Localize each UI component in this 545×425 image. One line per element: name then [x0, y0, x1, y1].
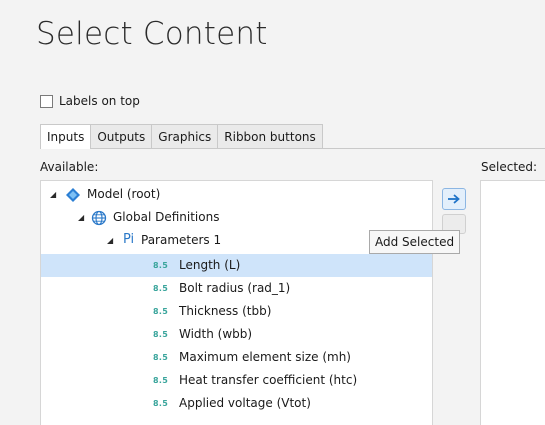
- tree-node-parameter[interactable]: 8.5 Heat transfer coefficient (htc): [41, 369, 432, 392]
- tab-outputs[interactable]: Outputs: [90, 124, 153, 148]
- parameter-label: Thickness (tbb): [179, 304, 272, 318]
- parameter-icon: 8.5: [153, 330, 169, 339]
- tab-divider: [40, 148, 545, 149]
- tree-node-parameter[interactable]: 8.5 Bolt radius (rad_1): [41, 277, 432, 300]
- parameter-icon: 8.5: [153, 284, 169, 293]
- labels-on-top-option[interactable]: Labels on top: [40, 94, 140, 108]
- parameter-label: Length (L): [179, 258, 241, 272]
- tree-node-parameter[interactable]: 8.5 Thickness (tbb): [41, 300, 432, 323]
- parameter-label: Maximum element size (mh): [179, 350, 351, 364]
- expand-arrow-icon[interactable]: ◢: [107, 237, 115, 245]
- tree-node-label: Model (root): [87, 187, 161, 201]
- available-tree[interactable]: ◢ Model (root) ◢ Global Definitions ◢ Pi: [40, 180, 433, 425]
- parameter-icon: 8.5: [153, 353, 169, 362]
- parameter-icon: 8.5: [153, 399, 169, 408]
- tree-node-parameter[interactable]: 8.5 Applied voltage (Vtot): [41, 392, 432, 415]
- parameters-icon: Pi: [123, 232, 135, 247]
- tree-node-parameter[interactable]: 8.5 Maximum element size (mh): [41, 346, 432, 369]
- select-content-window: Select Content Labels on top Inputs Outp…: [0, 0, 545, 425]
- available-label: Available:: [40, 160, 99, 174]
- tab-graphics[interactable]: Graphics: [151, 124, 219, 148]
- tree-node-global-definitions[interactable]: ◢ Global Definitions: [41, 206, 432, 229]
- parameter-label: Bolt radius (rad_1): [179, 281, 291, 295]
- tree-node-label: Parameters 1: [141, 233, 222, 247]
- parameter-label: Applied voltage (Vtot): [179, 396, 311, 410]
- parameter-label: Heat transfer coefficient (htc): [179, 373, 358, 387]
- parameter-icon: 8.5: [153, 307, 169, 316]
- tab-inputs[interactable]: Inputs: [40, 124, 92, 149]
- selected-label: Selected:: [481, 160, 538, 174]
- add-selected-tooltip: Add Selected: [369, 230, 461, 254]
- tree-node-parameter[interactable]: 8.5 Length (L): [41, 254, 432, 277]
- tree-node-label: Global Definitions: [113, 210, 220, 224]
- tree-node-parameter[interactable]: 8.5 Width (wbb): [41, 323, 432, 346]
- parameter-label: Width (wbb): [179, 327, 253, 341]
- parameter-icon: 8.5: [153, 376, 169, 385]
- model-icon: [66, 188, 80, 202]
- tab-bar: Inputs Outputs Graphics Ribbon buttons: [40, 124, 323, 149]
- add-selected-button[interactable]: [442, 188, 466, 210]
- arrow-right-icon: [448, 194, 460, 204]
- labels-on-top-label: Labels on top: [59, 94, 140, 108]
- globe-icon: [91, 210, 107, 226]
- labels-on-top-checkbox[interactable]: [40, 94, 53, 108]
- tree-node-model-root[interactable]: ◢ Model (root): [41, 183, 432, 206]
- page-title: Select Content: [36, 16, 268, 52]
- expand-arrow-icon[interactable]: ◢: [78, 214, 86, 222]
- parameter-icon: 8.5: [153, 261, 169, 270]
- tab-ribbon-buttons[interactable]: Ribbon buttons: [217, 124, 323, 148]
- selected-list[interactable]: [480, 180, 545, 425]
- expand-arrow-icon[interactable]: ◢: [50, 191, 58, 199]
